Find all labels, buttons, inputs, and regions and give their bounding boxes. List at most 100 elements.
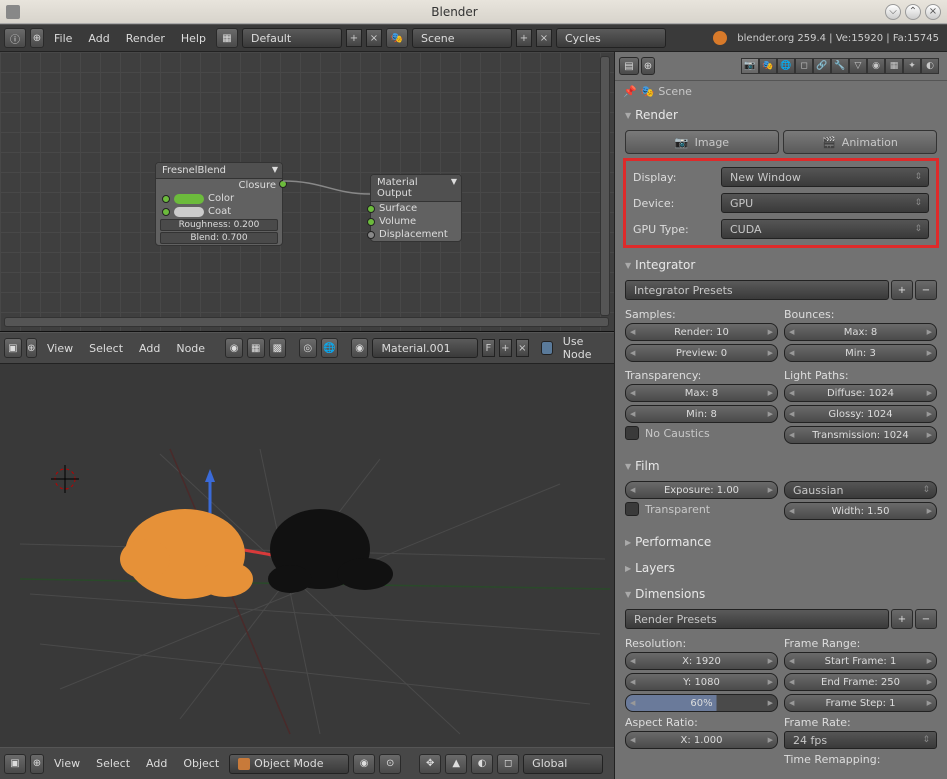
film-width[interactable]: Width: 1.50 [784,502,937,520]
tab-data[interactable]: ▽ [849,58,867,74]
editor-type-icon[interactable]: ▣ [4,338,22,358]
scene-del-button[interactable]: × [536,29,552,47]
lp-glossy[interactable]: Glossy: 1024 [784,405,937,423]
socket-disp-in[interactable] [367,231,375,239]
expand-icon[interactable]: ⊕ [641,57,655,75]
preset-remove-button[interactable]: − [915,280,937,300]
mode-select[interactable]: Object Mode [229,754,349,774]
material-browse-icon[interactable]: ◉ [351,338,369,358]
socket-closure-out[interactable] [279,180,287,188]
menu-object[interactable]: Object [177,757,225,770]
pin-icon[interactable]: 📌 [623,85,637,98]
editor-type-icon[interactable]: ⓘ [4,28,26,48]
minimize-button[interactable]: ⌵ [885,4,901,20]
pivot-icon[interactable]: ⊙ [379,754,401,774]
menu-help[interactable]: Help [175,32,212,45]
node-type-tex-icon[interactable]: ▩ [269,338,287,358]
scene-browse-icon[interactable]: 🎭 [386,28,408,48]
screen-layout-field[interactable]: Default [242,28,342,48]
manip-scale-icon[interactable]: ◻ [497,754,519,774]
film-transparent-checkbox[interactable] [625,502,639,516]
menu-select[interactable]: Select [90,757,136,770]
frame-start[interactable]: Start Frame: 1 [784,652,937,670]
tab-object[interactable]: ◻ [795,58,813,74]
material-fake-user[interactable]: F [482,339,495,357]
node-material-output[interactable]: Material Output Surface Volume Displacem… [370,174,462,242]
lp-transmission[interactable]: Transmission: 1024 [784,426,937,444]
res-y[interactable]: Y: 1080 [625,673,778,691]
editor-type-icon[interactable]: ▤ [619,57,639,75]
device-select[interactable]: GPU [721,193,929,213]
no-caustics-checkbox[interactable] [625,426,639,440]
editor-type-icon[interactable]: ▣ [4,754,26,774]
menu-add[interactable]: Add [133,342,166,355]
maximize-button[interactable]: ⌃ [905,4,921,20]
panel-integrator-header[interactable]: Integrator [619,254,943,276]
samples-preview[interactable]: Preview: 0 [625,344,778,362]
panel-film-header[interactable]: Film [619,455,943,477]
panel-render-header[interactable]: Render [619,104,943,126]
menu-view[interactable]: View [41,342,79,355]
material-link-icon[interactable]: ◎ [299,338,317,358]
menu-select[interactable]: Select [83,342,129,355]
tab-modifiers[interactable]: 🔧 [831,58,849,74]
scene-field[interactable]: Scene [412,28,512,48]
tab-texture[interactable]: ▦ [885,58,903,74]
tab-physics[interactable]: ◐ [921,58,939,74]
node-vscroll[interactable] [600,56,610,316]
tab-constraints[interactable]: 🔗 [813,58,831,74]
node-hscroll[interactable] [4,317,609,327]
render-preset-select[interactable]: Render Presets [625,609,889,629]
menu-add[interactable]: Add [140,757,173,770]
scene-add-button[interactable]: + [516,29,532,47]
screen-add-button[interactable]: + [346,29,362,47]
manipulator-icon[interactable]: ✥ [419,754,441,774]
node-type-shader-icon[interactable]: ◉ [225,338,243,358]
shading-icon[interactable]: ◉ [353,754,375,774]
screen-browse-icon[interactable]: ▦ [216,28,238,48]
use-nodes-checkbox[interactable] [541,341,552,355]
orientation-select[interactable]: Global [523,754,603,774]
node-fresnel-blend[interactable]: FresnelBlend Closure Color Coat Roughnes… [155,162,283,246]
expand-menu-icon[interactable]: ⊕ [30,28,44,48]
socket-volume-in[interactable] [367,218,375,226]
coat-swatch[interactable] [174,207,204,217]
tab-world[interactable]: 🌐 [777,58,795,74]
material-del-button[interactable]: × [516,339,529,357]
res-x[interactable]: X: 1920 [625,652,778,670]
panel-performance-header[interactable]: Performance [619,531,943,553]
node-type-comp-icon[interactable]: ▦ [247,338,265,358]
node-title[interactable]: Material Output [371,175,461,202]
bounces-min[interactable]: Min: 3 [784,344,937,362]
frame-end[interactable]: End Frame: 250 [784,673,937,691]
expand-icon[interactable]: ⊕ [26,338,37,358]
gputype-select[interactable]: CUDA [721,219,929,239]
socket-color-in[interactable] [162,195,170,203]
film-exposure[interactable]: Exposure: 1.00 [625,481,778,499]
tab-render[interactable]: 📷 [741,58,759,74]
preset-add-button[interactable]: + [891,609,913,629]
node-blend[interactable]: Blend: 0.700 [160,232,278,244]
node-title[interactable]: FresnelBlend [156,163,282,179]
panel-layers-header[interactable]: Layers [619,557,943,579]
frame-step[interactable]: Frame Step: 1 [784,694,937,712]
preset-add-button[interactable]: + [891,280,913,300]
material-add-button[interactable]: + [499,339,512,357]
node-roughness[interactable]: Roughness: 0.200 [160,219,278,231]
tab-material[interactable]: ◉ [867,58,885,74]
film-filter-select[interactable]: Gaussian [784,481,937,499]
bounces-max[interactable]: Max: 8 [784,323,937,341]
manip-move-icon[interactable]: ▲ [445,754,467,774]
tab-scene[interactable]: 🎭 [759,58,777,74]
menu-view[interactable]: View [48,757,86,770]
display-select[interactable]: New Window [721,167,929,187]
node-editor[interactable]: FresnelBlend Closure Color Coat Roughnes… [0,52,614,332]
panel-dimensions-header[interactable]: Dimensions [619,583,943,605]
lp-diffuse[interactable]: Diffuse: 1024 [784,384,937,402]
aspect-x[interactable]: X: 1.000 [625,731,778,749]
menu-add[interactable]: Add [82,32,115,45]
res-percent[interactable]: 60% [625,694,778,712]
render-animation-button[interactable]: 🎬Animation [783,130,937,154]
trans-max[interactable]: Max: 8 [625,384,778,402]
manip-rotate-icon[interactable]: ◐ [471,754,493,774]
